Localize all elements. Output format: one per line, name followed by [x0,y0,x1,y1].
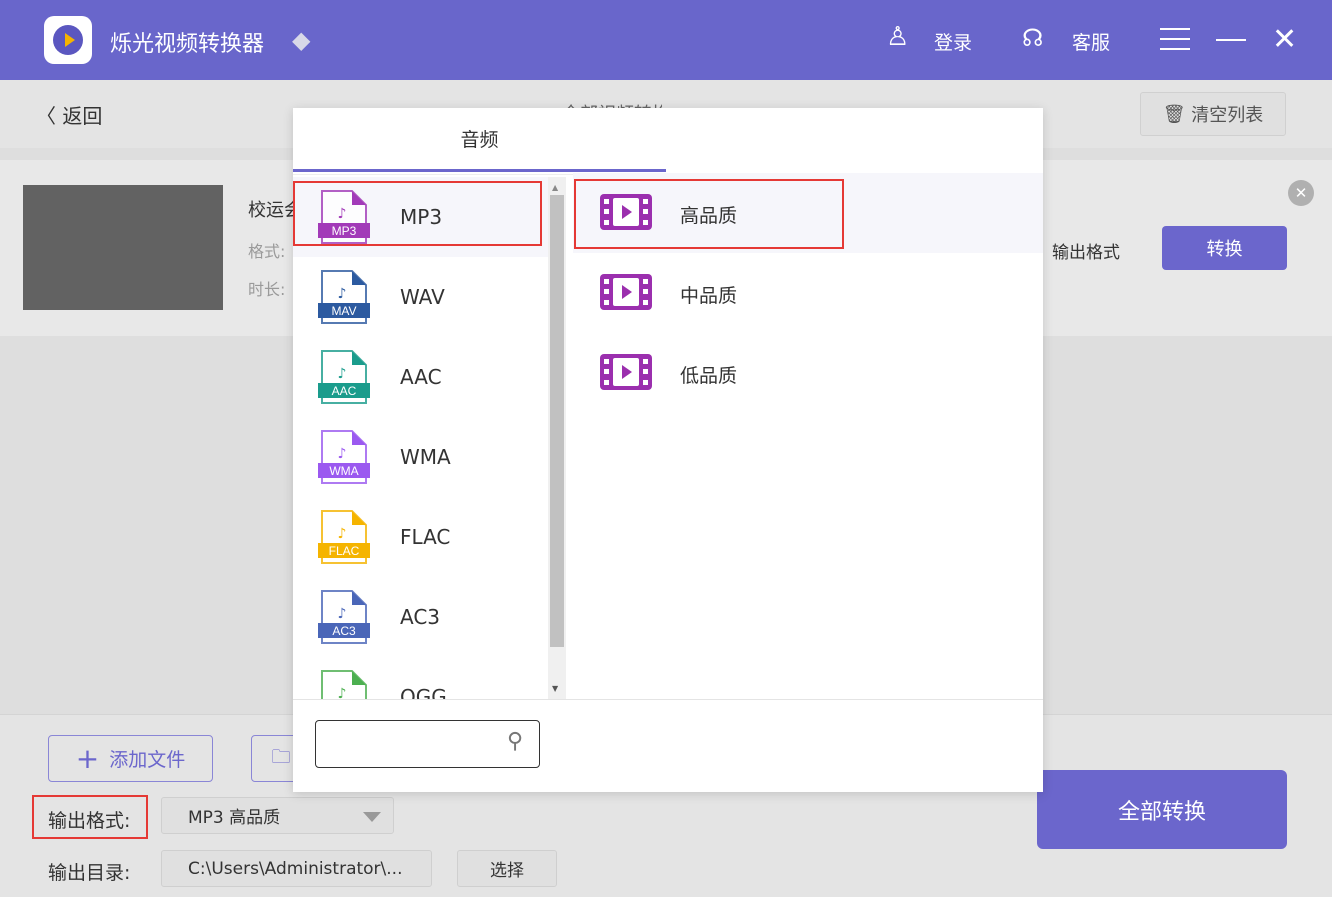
convert-all-button[interactable]: 全部转换 [1037,770,1287,849]
format-label: WAV [400,285,445,309]
video-thumbnail [23,185,223,310]
format-item-ogg[interactable]: ♪ OGG [293,657,548,699]
convert-button[interactable]: 转换 [1162,226,1287,270]
output-dir-field[interactable]: C:\Users\Administrator\... [161,850,432,887]
video-film-icon [600,354,652,390]
audio-file-icon: ♪ [318,670,370,699]
quality-item[interactable]: 低品质 [573,333,1043,413]
audio-file-icon: ♪ FLAC [318,510,370,564]
svg-text:FLAC: FLAC [329,544,360,558]
scrollbar[interactable]: ▲ ▼ [548,177,566,699]
svg-text:MAV: MAV [331,304,356,318]
format-item-ac3[interactable]: ♪ AC3 AC3 [293,577,548,657]
dropdown-arrow-icon [363,812,381,822]
svg-text:♪: ♪ [338,526,347,542]
format-label: AC3 [400,605,441,629]
highlight-box [574,179,844,249]
quality-label: 低品质 [680,365,738,387]
login-button[interactable]: 登录 [934,28,972,55]
svg-text:♪: ♪ [338,366,347,382]
format-popup: 音频 ♪ MP3 MP3 ♪ MAV WAV ♪ AAC AAC ♪ WMA WMA ♪ FLAC FLAC… [293,108,1043,792]
scrollbar-thumb[interactable] [550,195,564,647]
format-label: 格式: [248,242,286,261]
output-format-label: 输出格式: [48,810,131,832]
clear-list-button[interactable]: 🗑 清空列表 [1140,92,1286,136]
quality-label: 中品质 [680,285,738,307]
svg-text:AC3: AC3 [332,624,356,638]
format-item-flac[interactable]: ♪ FLAC FLAC [293,497,548,577]
audio-file-icon: ♪ WMA [318,430,370,484]
add-file-label: 添加文件 [109,749,186,771]
title-bar: 烁光视频转换器 ◆ ♙ 登录 ☊ 客服 ✕ [0,0,1332,80]
search-input[interactable]: ⚲ [315,720,540,768]
plus-icon: + [75,742,100,775]
quality-item[interactable]: 中品质 [573,253,1043,333]
tab-audio[interactable]: 音频 [293,108,666,172]
format-label: AAC [400,365,442,389]
back-button[interactable]: 〈 返回 [36,100,102,129]
app-title: 烁光视频转换器 [110,32,265,57]
remove-file-icon[interactable]: ✕ [1288,180,1314,206]
audio-file-icon: ♪ AAC [318,350,370,404]
support-button[interactable]: 客服 [1072,28,1110,55]
svg-text:♪: ♪ [338,606,347,622]
add-file-button[interactable]: + 添加文件 [48,735,213,782]
back-label: 返回 [62,104,103,128]
svg-text:♪: ♪ [338,286,347,302]
folder-icon: 🗀 [271,745,291,768]
format-item-wma[interactable]: ♪ WMA WMA [293,417,548,497]
clear-list-label: 清空列表 [1191,105,1264,126]
svg-text:♪: ♪ [338,446,347,462]
duration-label: 时长: [248,280,286,299]
format-label: WMA [400,445,451,469]
audio-file-icon: ♪ AC3 [318,590,370,644]
svg-text:WMA: WMA [329,464,358,478]
headset-icon[interactable]: ☊ [1022,24,1043,52]
svg-text:AAC: AAC [332,384,357,398]
format-list: ♪ MP3 MP3 ♪ MAV WAV ♪ AAC AAC ♪ WMA WMA ♪ FLAC FLAC ♪ AC… [293,177,548,699]
svg-text:♪: ♪ [338,686,347,699]
output-format-value: MP3 高品质 [188,808,281,828]
user-icon[interactable]: ♙ [886,22,909,52]
format-label: FLAC [400,525,451,549]
close-icon[interactable]: ✕ [1272,22,1297,57]
choose-dir-button[interactable]: 选择 [457,850,557,887]
search-icon[interactable]: ⚲ [507,729,523,754]
minimize-icon[interactable] [1216,39,1246,41]
audio-file-icon: ♪ MAV [318,270,370,324]
highlight-box [293,181,542,246]
output-format-link[interactable]: 输出格式 [1052,238,1120,263]
app-logo-icon [44,16,92,64]
trash-icon: 🗑 [1162,103,1186,125]
menu-icon[interactable] [1160,28,1190,50]
output-format-select[interactable]: MP3 高品质 [161,797,394,834]
video-film-icon [600,274,652,310]
format-label: OGG [400,685,447,699]
output-dir-label: 输出目录: [48,862,131,884]
format-item-wav[interactable]: ♪ MAV WAV [293,257,548,337]
vip-diamond-icon[interactable]: ◆ [292,26,322,54]
format-item-aac[interactable]: ♪ AAC AAC [293,337,548,417]
